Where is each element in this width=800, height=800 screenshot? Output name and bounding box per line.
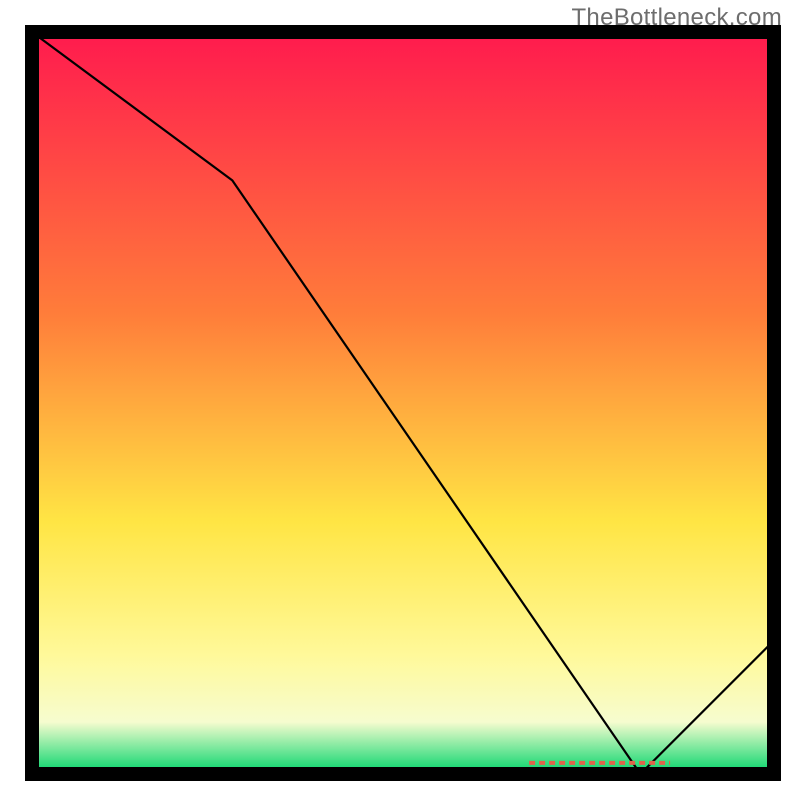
- chart-container: { "watermark": "TheBottleneck.com", "zon…: [0, 0, 800, 800]
- watermark-text: TheBottleneck.com: [571, 4, 782, 32]
- plot-background: [32, 32, 774, 774]
- chart-svg: [0, 0, 800, 800]
